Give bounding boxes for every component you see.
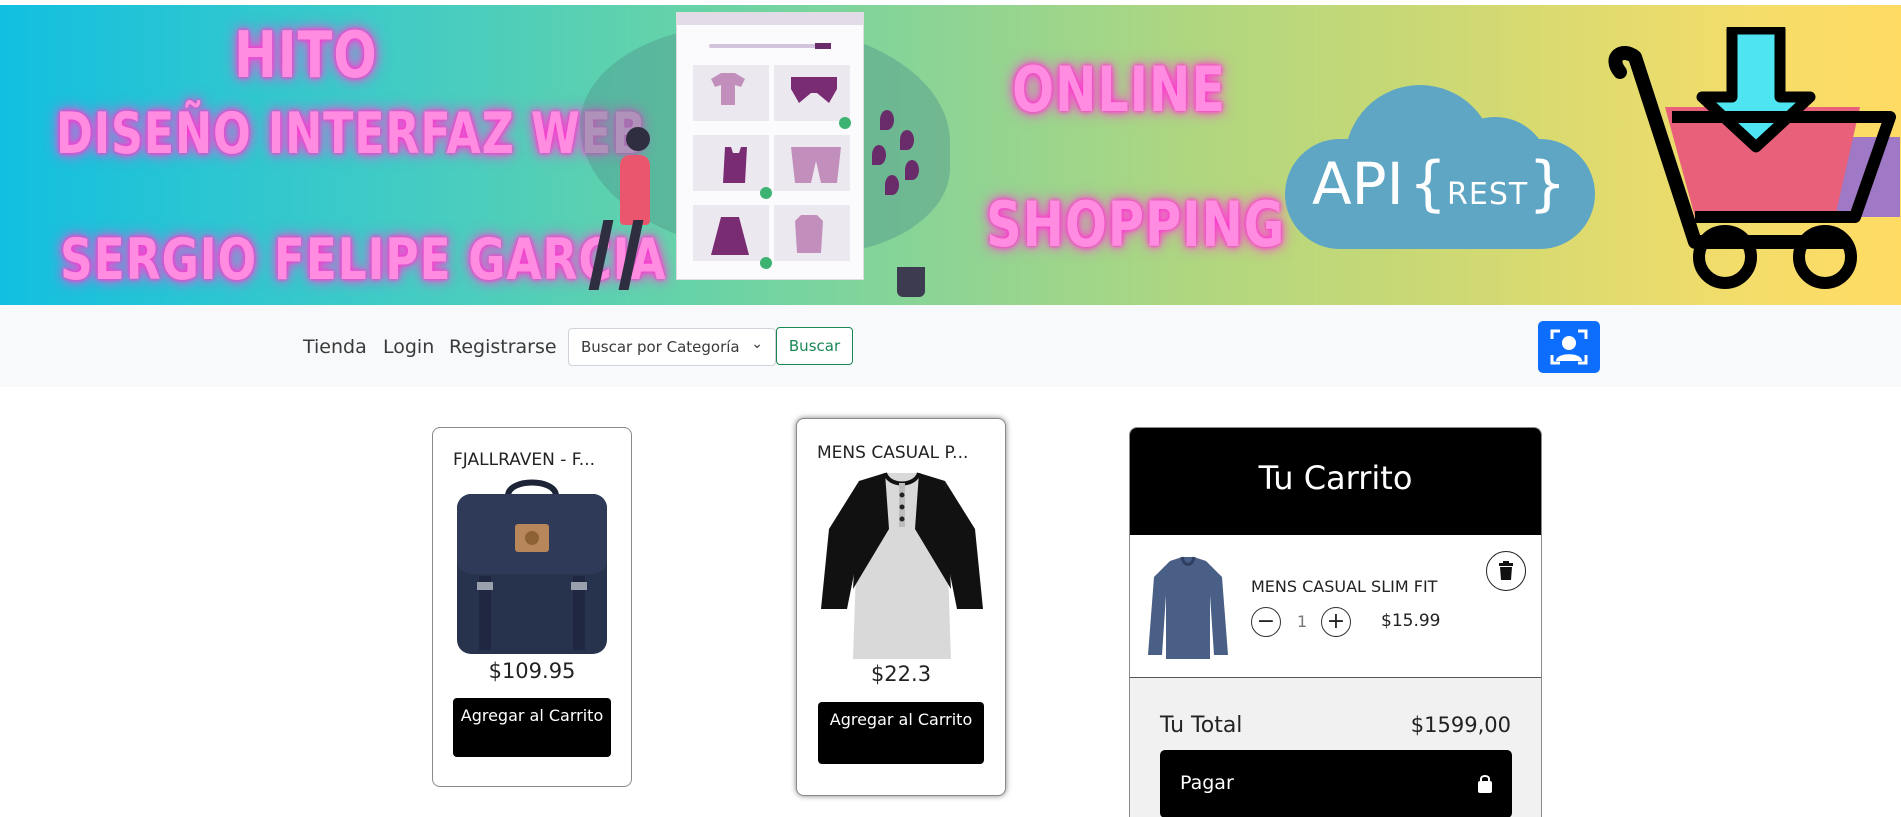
banner-author: SERGIO FELIPE GARCIA — [60, 227, 667, 293]
nav-link-login[interactable]: Login — [383, 336, 434, 358]
cloud-api-text: API — [1312, 150, 1404, 218]
cloud-rest-text: REST — [1447, 177, 1529, 212]
product-price: $109.95 — [488, 659, 576, 683]
cloud-brace-open: { — [1408, 149, 1448, 219]
cart-item-quantity: 1 — [1297, 612, 1308, 631]
api-rest-cloud: API {REST} — [1285, 77, 1600, 249]
category-select-value: Buscar por Categoría — [581, 338, 740, 356]
minus-icon: − — [1256, 609, 1276, 634]
total-label: Tu Total — [1160, 713, 1243, 738]
total-value: $1599,00 — [1410, 713, 1511, 737]
nav-link-tienda[interactable]: Tienda — [303, 336, 367, 358]
category-select[interactable]: Buscar por Categoría ⌄ — [568, 328, 776, 366]
shopping-bag-icon — [1478, 775, 1492, 793]
product-card: FJALLRAVEN - F... $109.95 Agregar al Car… — [432, 427, 632, 787]
add-to-cart-button[interactable]: Agregar al Carrito — [453, 698, 611, 757]
decrease-quantity-button[interactable]: − — [1251, 607, 1281, 637]
pay-button-label: Pagar — [1180, 772, 1234, 794]
banner-online: ONLINE — [1012, 53, 1226, 126]
cart-item-name: MENS CASUAL SLIM FIT — [1251, 577, 1438, 596]
top-navbar: Tienda Login Registrarse Buscar por Cate… — [0, 305, 1901, 387]
search-button[interactable]: Buscar — [776, 327, 853, 365]
product-title: MENS CASUAL P... — [817, 443, 969, 463]
product-card: MENS CASUAL P... $22.3 Agregar al Carrit… — [796, 418, 1006, 796]
hero-banner: HITO DISEÑO INTERFAZ WEB SERGIO FELIPE G… — [0, 5, 1901, 305]
raglan-tshirt-image — [821, 472, 983, 659]
increase-quantity-button[interactable]: + — [1321, 607, 1351, 637]
backpack-image — [457, 479, 607, 654]
cart-item-image — [1148, 556, 1228, 659]
shopping-cart-download-icon — [1608, 27, 1900, 289]
pay-button[interactable]: Pagar — [1160, 750, 1512, 817]
product-title: FJALLRAVEN - F... — [453, 450, 596, 470]
add-to-cart-button[interactable]: Agregar al Carrito — [818, 702, 984, 764]
banner-title-hito: HITO — [234, 19, 378, 93]
user-profile-button[interactable] — [1538, 321, 1600, 373]
cart-item: MENS CASUAL SLIM FIT − 1 + $15.99 — [1130, 535, 1541, 678]
cart-panel: Tu Carrito MENS CASUAL SLIM FIT − 1 + $1… — [1129, 427, 1542, 817]
product-price: $22.3 — [870, 662, 932, 686]
chevron-down-icon: ⌄ — [751, 336, 763, 352]
user-scan-icon — [1550, 329, 1588, 365]
banner-shopping: SHOPPING — [986, 188, 1286, 261]
trash-icon — [1499, 561, 1513, 580]
nav-link-registrarse[interactable]: Registrarse — [449, 336, 557, 358]
plus-icon: + — [1326, 609, 1346, 634]
cart-summary: Tu Total $1599,00 Pagar — [1130, 678, 1541, 817]
cart-title: Tu Carrito — [1130, 428, 1541, 535]
cloud-brace-close: } — [1528, 149, 1567, 219]
remove-item-button[interactable] — [1486, 551, 1526, 591]
cart-item-price: $15.99 — [1381, 611, 1441, 631]
banner-title-diseno: DISEÑO INTERFAZ WEB — [56, 101, 647, 167]
